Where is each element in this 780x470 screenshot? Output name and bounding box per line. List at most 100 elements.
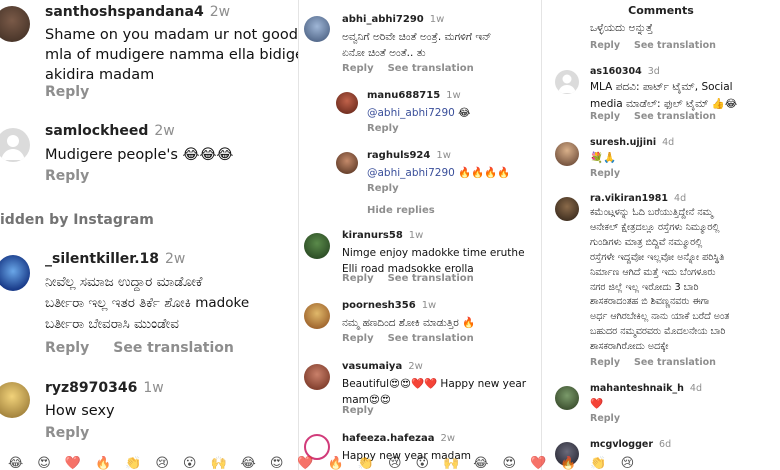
comment-text: ಒಳ್ಳೆಯದು ಅನ್ನುತ್ತೆ bbox=[590, 22, 653, 34]
emoji-reaction-button[interactable]: ❤️ bbox=[297, 456, 313, 470]
comment-text: ಅವ್ವನಿಗೆ ಅರಿವೇ ಚಿಂತೆ ಅಂತ್ರೆ. ಮಗಳಿಗೆ ಇನ್ ಏ… bbox=[342, 31, 492, 59]
comment-username[interactable]: samlockheed 2w bbox=[45, 123, 175, 139]
reply-button[interactable]: Reply bbox=[342, 63, 374, 74]
reply-button[interactable]: Reply bbox=[590, 357, 620, 368]
comment-actions: Reply See translation bbox=[342, 333, 474, 344]
comment-text: ❤️ bbox=[590, 398, 604, 410]
emoji-reaction-button[interactable]: 😂 bbox=[241, 456, 256, 470]
emoji-reaction-button[interactable]: 😂 bbox=[8, 456, 23, 470]
avatar[interactable] bbox=[0, 128, 30, 162]
emoji-reaction-button[interactable]: 🙌 bbox=[210, 456, 226, 470]
comment-username[interactable]: ryz8970346 1w bbox=[45, 380, 164, 396]
reply-button[interactable]: Reply bbox=[342, 405, 374, 416]
comment-actions: Reply See translation bbox=[590, 111, 716, 122]
default-avatar-icon bbox=[1, 135, 25, 160]
comment-text: How sexy bbox=[45, 403, 115, 419]
emoji-reaction-button[interactable]: 👏 bbox=[358, 456, 374, 470]
hidden-by-instagram-label[interactable]: idden by Instagram bbox=[0, 212, 154, 228]
comment-username[interactable]: ra.vikiran1981 4d bbox=[590, 193, 686, 204]
reply-button[interactable]: Reply bbox=[590, 40, 620, 51]
reply-button[interactable]: Reply bbox=[45, 340, 89, 356]
emoji-reaction-button[interactable]: 🔥 bbox=[560, 456, 576, 470]
comment-text: 💐🙏 bbox=[590, 152, 617, 164]
emoji-reaction-button[interactable]: 👏 bbox=[590, 456, 606, 470]
emoji-reaction-button[interactable]: 😢 bbox=[388, 456, 402, 470]
comment-text: @abhi_abhi7290 😂 bbox=[367, 107, 471, 119]
comment-username[interactable]: _silentkiller.18 2w bbox=[45, 251, 185, 267]
avatar[interactable] bbox=[555, 70, 579, 94]
emoji-reaction-button[interactable]: 👏 bbox=[125, 456, 141, 470]
emoji-reaction-button[interactable]: 🔥 bbox=[95, 456, 111, 470]
see-translation-button[interactable]: See translation bbox=[634, 357, 716, 368]
avatar[interactable] bbox=[0, 382, 30, 418]
hide-replies-button[interactable]: Hide replies bbox=[367, 205, 435, 216]
reply-button[interactable]: Reply bbox=[45, 425, 89, 441]
comments-header-title: Comments bbox=[628, 4, 694, 17]
emoji-reaction-button[interactable]: ❤️ bbox=[65, 456, 81, 470]
comment-actions: Reply See translation bbox=[342, 63, 474, 74]
emoji-reaction-button[interactable]: 😮 bbox=[183, 456, 197, 470]
avatar[interactable] bbox=[304, 16, 330, 42]
emoji-reaction-button[interactable]: 😢 bbox=[155, 456, 169, 470]
comment-username[interactable]: vasumaiya 2w bbox=[342, 361, 423, 372]
right-comments-panel: Comments ಒಳ್ಳೆಯದು ಅನ್ನುತ್ತೆ Reply See tra… bbox=[542, 0, 780, 470]
comment-username[interactable]: hafeeza.hafezaa 2w bbox=[342, 433, 455, 444]
emoji-reaction-button[interactable]: 🙌 bbox=[443, 456, 459, 470]
emoji-reaction-button[interactable]: 🔥 bbox=[328, 456, 344, 470]
comment-username[interactable]: suresh.ujjini 4d bbox=[590, 137, 674, 148]
comment-username[interactable]: poornesh356 1w bbox=[342, 300, 436, 311]
comment-actions: Reply See translation bbox=[342, 273, 474, 284]
emoji-reaction-button[interactable]: 😍 bbox=[270, 456, 284, 470]
see-translation-button[interactable]: See translation bbox=[634, 111, 716, 122]
comment-actions: Reply See translation bbox=[590, 40, 716, 51]
comment-username[interactable]: raghuls924 1w bbox=[367, 150, 451, 161]
avatar[interactable] bbox=[555, 386, 579, 410]
emoji-reaction-button[interactable]: 😍 bbox=[37, 456, 51, 470]
emoji-reaction-button[interactable]: ❤️ bbox=[530, 456, 546, 470]
comment-text: Shame on you madam ur not good mla of mud… bbox=[45, 27, 298, 83]
comment-text: Mudigere people's 😂😂😂 bbox=[45, 147, 234, 163]
emoji-reaction-button[interactable]: 😍 bbox=[502, 456, 516, 470]
avatar[interactable] bbox=[304, 303, 330, 329]
avatar[interactable] bbox=[555, 142, 579, 166]
reply-button[interactable]: Reply bbox=[590, 413, 620, 424]
reply-button[interactable]: Reply bbox=[45, 168, 89, 184]
avatar[interactable] bbox=[0, 6, 30, 42]
reply-button[interactable]: Reply bbox=[45, 84, 89, 100]
comment-actions: Reply See translation bbox=[590, 357, 716, 368]
reply-button[interactable]: Reply bbox=[342, 333, 374, 344]
comment-username[interactable]: santhoshspandana4 2w bbox=[45, 4, 230, 20]
avatar[interactable] bbox=[0, 255, 30, 291]
comment-text: Beautiful😍😍❤️❤️ Happy new year mam😍😍 bbox=[342, 378, 527, 406]
mention-link[interactable]: @abhi_abhi7290 bbox=[367, 107, 455, 119]
see-translation-button[interactable]: See translation bbox=[113, 340, 234, 356]
avatar[interactable] bbox=[304, 364, 330, 390]
avatar[interactable] bbox=[304, 233, 330, 259]
comment-username[interactable]: abhi_abhi7290 1w bbox=[342, 14, 444, 25]
see-translation-button[interactable]: See translation bbox=[388, 63, 474, 74]
comment-username[interactable]: as160304 3d bbox=[590, 66, 660, 77]
comment-username[interactable]: mcgvlogger 6d bbox=[590, 439, 671, 450]
comment-username[interactable]: mahanteshnaik_h 4d bbox=[590, 383, 702, 394]
avatar[interactable] bbox=[336, 152, 358, 174]
default-avatar-icon bbox=[558, 74, 576, 93]
reply-button[interactable]: Reply bbox=[367, 183, 399, 194]
avatar[interactable] bbox=[336, 92, 358, 114]
comment-username[interactable]: kiranurs58 1w bbox=[342, 230, 423, 241]
comment-text: MLA ಪದವಿ: ಪಾರ್ಟ್ ಟೈಮ್, Social media ಮಾಡೆಲ… bbox=[590, 81, 738, 110]
avatar[interactable] bbox=[555, 197, 579, 221]
reply-button[interactable]: Reply bbox=[342, 273, 374, 284]
see-translation-button[interactable]: See translation bbox=[634, 40, 716, 51]
emoji-reaction-button[interactable]: 😮 bbox=[416, 456, 430, 470]
reply-button[interactable]: Reply bbox=[367, 123, 399, 134]
reply-button[interactable]: Reply bbox=[590, 168, 620, 179]
comment-username[interactable]: manu688715 1w bbox=[367, 90, 461, 101]
reply-button[interactable]: Reply bbox=[590, 111, 620, 122]
emoji-reaction-button[interactable]: 😢 bbox=[621, 456, 635, 470]
comment-text: @abhi_abhi7290 🔥🔥🔥🔥 bbox=[367, 167, 511, 179]
emoji-reaction-button[interactable]: 😂 bbox=[473, 456, 488, 470]
see-translation-button[interactable]: See translation bbox=[388, 333, 474, 344]
comment-actions: Reply See translation bbox=[45, 340, 234, 356]
mention-link[interactable]: @abhi_abhi7290 bbox=[367, 167, 455, 179]
see-translation-button[interactable]: See translation bbox=[388, 273, 474, 284]
